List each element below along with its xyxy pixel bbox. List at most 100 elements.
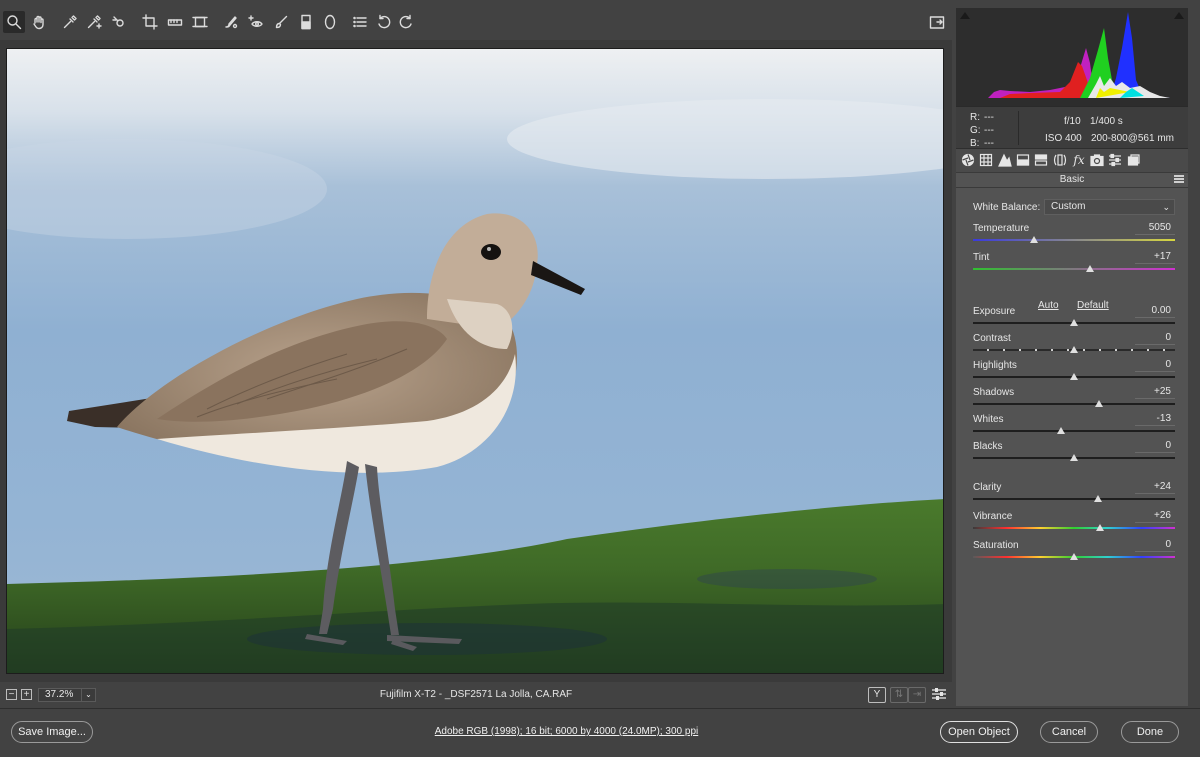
- slider-track[interactable]: [973, 403, 1175, 405]
- aperture: f/10: [1064, 116, 1081, 127]
- bird-photo-preview[interactable]: [6, 48, 944, 674]
- slider-track[interactable]: [973, 498, 1175, 500]
- white-balance-select[interactable]: Custom ⌄: [1044, 199, 1175, 215]
- slider-label: Contrast: [973, 333, 1011, 344]
- tab-lens-corrections-icon[interactable]: [1053, 153, 1067, 167]
- slider-clarity[interactable]: Clarity +24: [973, 481, 1175, 508]
- slider-track[interactable]: [973, 527, 1175, 529]
- adjustment-brush-icon[interactable]: [270, 11, 292, 33]
- slider-thumb[interactable]: [1070, 454, 1078, 461]
- hand-tool-icon[interactable]: [28, 11, 50, 33]
- tab-effects-fx-icon[interactable]: fx: [1072, 153, 1086, 167]
- slider-label: Blacks: [973, 441, 1003, 452]
- tab-snapshots-icon[interactable]: [1127, 153, 1141, 167]
- camera-raw-window: − + 37.2% ⌄ Fujifilm X-T2 - _DSF2571 La …: [0, 0, 1200, 757]
- highlight-clipping-warning-icon[interactable]: [1174, 12, 1184, 19]
- slider-highlights[interactable]: Highlights 0: [973, 359, 1175, 386]
- slider-thumb[interactable]: [1029, 236, 1038, 243]
- slider-contrast[interactable]: Contrast 0: [973, 332, 1175, 359]
- slider-vibrance[interactable]: Vibrance +26: [973, 510, 1175, 537]
- slider-value-field[interactable]: -13: [1135, 413, 1175, 426]
- slider-thumb[interactable]: [1070, 373, 1078, 380]
- shutter-speed: 1/400 s: [1090, 116, 1123, 127]
- slider-label: Saturation: [973, 540, 1019, 551]
- color-sampler-tool-icon[interactable]: [83, 11, 105, 33]
- shadow-clipping-warning-icon[interactable]: [960, 12, 970, 19]
- slider-value-field[interactable]: 5050: [1135, 222, 1175, 235]
- zoom-tool-icon[interactable]: [3, 11, 25, 33]
- tab-basic-aperture-icon[interactable]: [961, 153, 975, 167]
- panel-menu-icon[interactable]: [1174, 175, 1184, 183]
- slider-thumb[interactable]: [1070, 553, 1078, 560]
- slider-thumb[interactable]: [1096, 524, 1105, 531]
- slider-exposure[interactable]: Exposure 0.00: [973, 305, 1175, 332]
- slider-thumb[interactable]: [1056, 427, 1065, 434]
- spot-removal-tool-icon[interactable]: [220, 11, 242, 33]
- adjustments-panel: R: --- G: --- B: --- f/10 1/400 s ISO 400 200…: [956, 8, 1188, 706]
- open-object-button[interactable]: Open Object: [940, 721, 1018, 743]
- tab-split-toning-icon[interactable]: [1034, 153, 1048, 167]
- red-eye-tool-icon[interactable]: [245, 11, 267, 33]
- section-title: Basic: [956, 172, 1188, 188]
- slider-shadows[interactable]: Shadows +25: [973, 386, 1175, 413]
- slider-tint[interactable]: Tint +17: [973, 251, 1175, 278]
- slider-value-field[interactable]: 0: [1135, 440, 1175, 453]
- rotate-ccw-icon[interactable]: [373, 11, 395, 33]
- preferences-list-icon[interactable]: [349, 11, 371, 33]
- copy-settings-icon[interactable]: ⇥: [908, 687, 926, 703]
- slider-thumb[interactable]: [1086, 265, 1095, 272]
- preview-settings-icon[interactable]: [930, 687, 948, 703]
- info-readout: R: --- G: --- B: --- f/10 1/400 s ISO 400 200…: [956, 106, 1188, 150]
- slider-thumb[interactable]: [1094, 495, 1103, 502]
- r-value: ---: [984, 112, 994, 123]
- slider-track[interactable]: [973, 430, 1175, 432]
- straighten-tool-icon[interactable]: [164, 11, 186, 33]
- slider-whites[interactable]: Whites -13: [973, 413, 1175, 440]
- auto-link[interactable]: Auto: [1038, 300, 1059, 311]
- transform-tool-icon[interactable]: [189, 11, 211, 33]
- slider-value-field[interactable]: +17: [1135, 251, 1175, 264]
- done-button[interactable]: Done: [1121, 721, 1179, 743]
- targeted-adjustment-tool-icon[interactable]: [108, 11, 130, 33]
- slider-label: Clarity: [973, 482, 1002, 493]
- white-balance-label: White Balance:: [973, 202, 1041, 213]
- r-label: R:: [970, 112, 980, 123]
- rotate-cw-icon[interactable]: [395, 11, 417, 33]
- toolbar: [0, 8, 952, 38]
- slider-saturation[interactable]: Saturation 0: [973, 539, 1175, 566]
- slider-blacks[interactable]: Blacks 0: [973, 440, 1175, 467]
- slider-thumb[interactable]: [1070, 319, 1078, 326]
- slider-track[interactable]: [973, 239, 1175, 241]
- slider-track[interactable]: [973, 268, 1175, 270]
- slider-value-field[interactable]: +24: [1135, 481, 1175, 494]
- default-link[interactable]: Default: [1077, 300, 1109, 311]
- slider-label: Exposure: [973, 306, 1016, 317]
- slider-value-field[interactable]: +26: [1135, 510, 1175, 523]
- white-balance-tool-icon[interactable]: [59, 11, 81, 33]
- slider-value-field[interactable]: +25: [1135, 386, 1175, 399]
- preview-status-bar: − + 37.2% ⌄ Fujifilm X-T2 - _DSF2571 La …: [0, 684, 952, 706]
- slider-thumb[interactable]: [1070, 346, 1078, 353]
- tab-detail-icon[interactable]: [998, 153, 1012, 167]
- tab-camera-calibration-icon[interactable]: [1090, 153, 1104, 167]
- before-after-y-toggle[interactable]: Y: [868, 687, 886, 703]
- slider-value-field[interactable]: 0.00: [1135, 305, 1175, 318]
- slider-label: Temperature: [973, 223, 1030, 234]
- toggle-fullscreen-icon[interactable]: [926, 11, 948, 33]
- slider-label: Whites: [973, 414, 1004, 425]
- slider-value-field[interactable]: 0: [1135, 332, 1175, 345]
- slider-value-field[interactable]: 0: [1135, 539, 1175, 552]
- graduated-filter-icon[interactable]: [295, 11, 317, 33]
- slider-value-field[interactable]: 0: [1135, 359, 1175, 372]
- crop-tool-icon[interactable]: [139, 11, 161, 33]
- slider-label: Vibrance: [973, 511, 1013, 522]
- slider-temperature[interactable]: Temperature 5050: [973, 222, 1175, 249]
- tab-presets-icon[interactable]: [1108, 153, 1122, 167]
- radial-filter-icon[interactable]: [319, 11, 341, 33]
- tab-hsl-icon[interactable]: [1016, 153, 1030, 167]
- swap-settings-icon[interactable]: ⇅: [890, 687, 908, 703]
- rgb-readout: R: --- G: --- B: ---: [970, 111, 998, 150]
- cancel-button[interactable]: Cancel: [1040, 721, 1098, 743]
- tab-tone-curve-icon[interactable]: [979, 153, 993, 167]
- slider-thumb[interactable]: [1095, 400, 1104, 407]
